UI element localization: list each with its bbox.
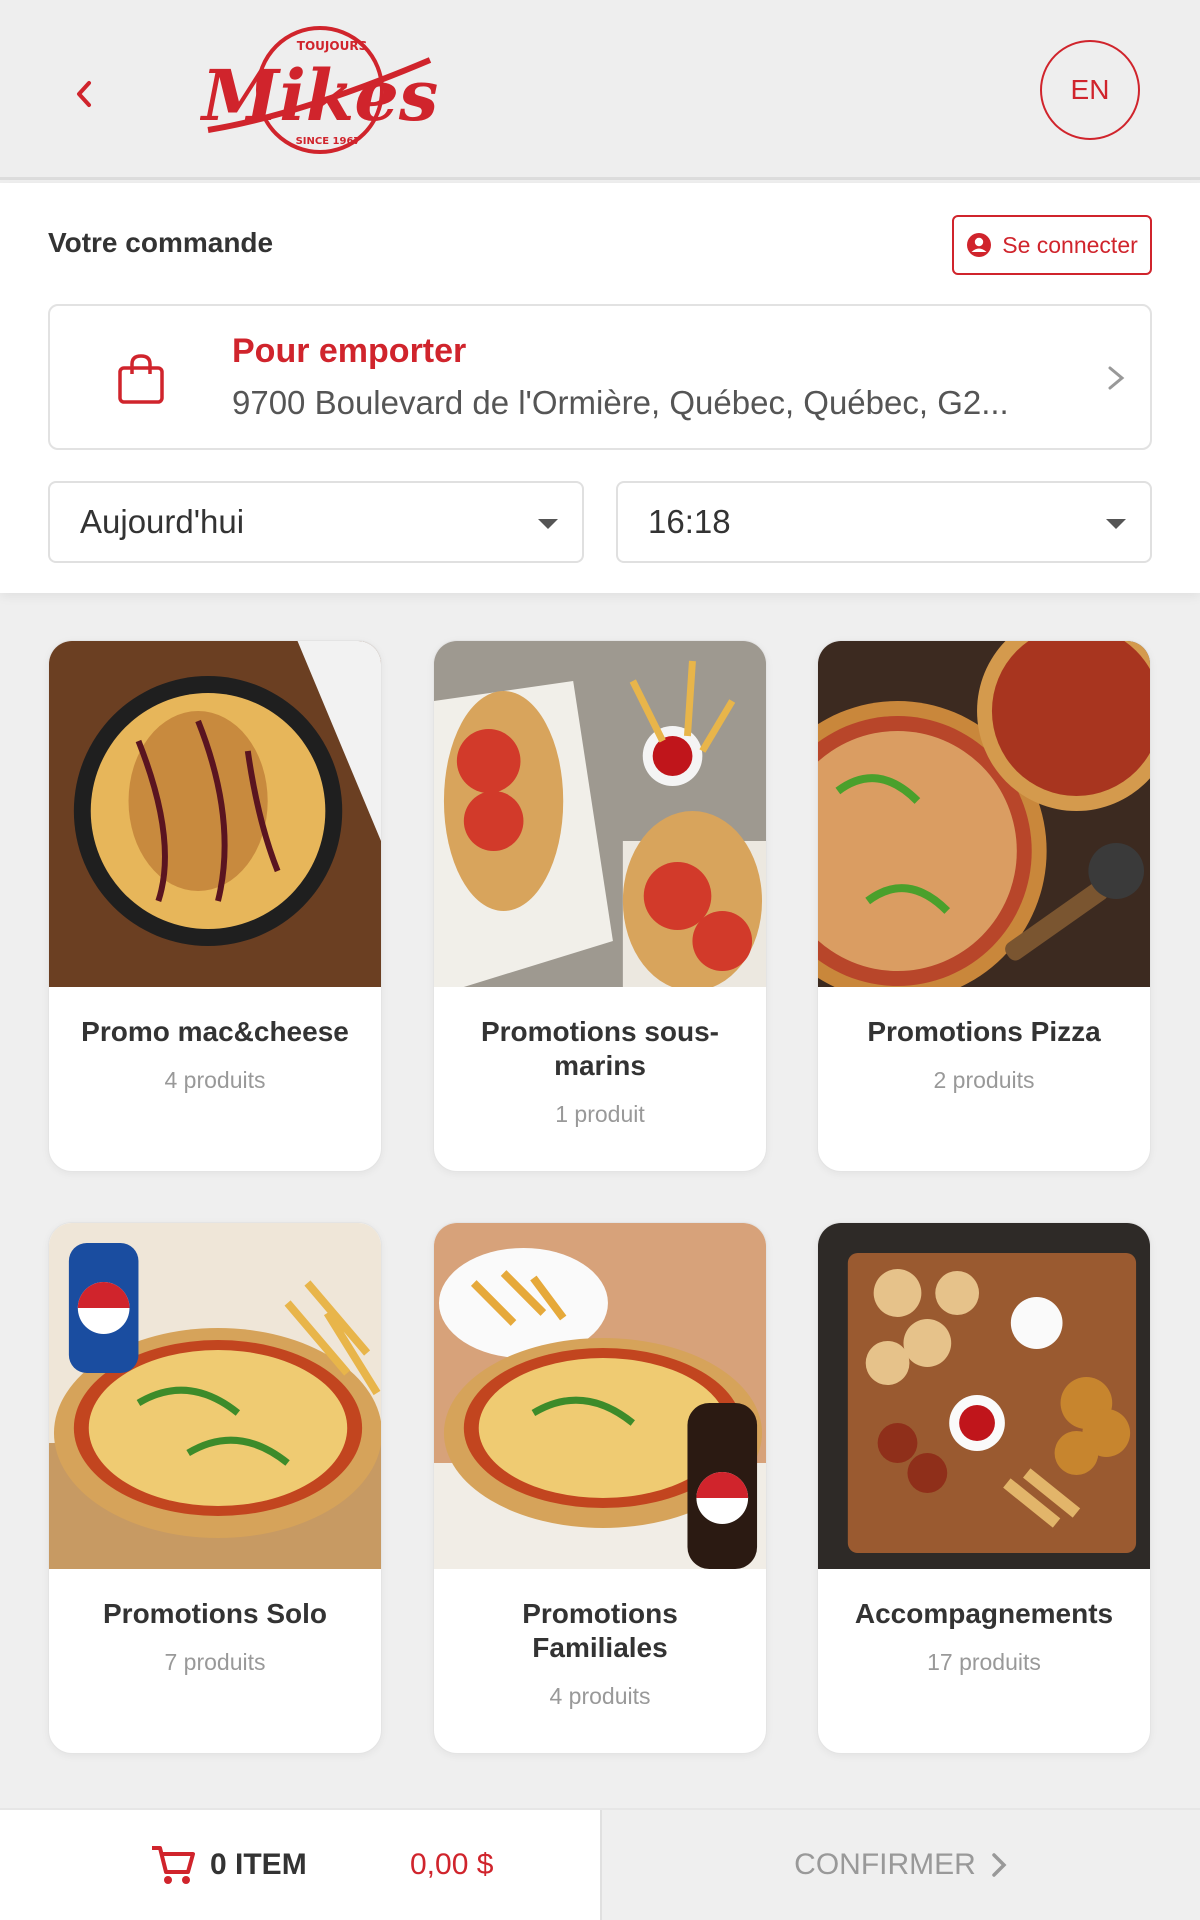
dropdown-caret-icon — [538, 519, 558, 529]
order-panel: Votre commande Se connecter Pour emporte… — [0, 183, 1200, 593]
category-title: Promo mac&cheese — [81, 1016, 349, 1047]
order-title: Votre commande — [48, 227, 274, 258]
mac-cheese-photo — [49, 641, 381, 987]
solo-pizza-photo — [49, 1223, 381, 1569]
language-toggle[interactable]: EN — [1040, 40, 1140, 140]
category-count: 17 produits — [927, 1649, 1041, 1675]
category-card-subs[interactable]: Promotions sous-marins 1 produit — [433, 640, 767, 1172]
svg-text:TOUJOURS: TOUJOURS — [297, 39, 367, 53]
svg-text:SINCE 1967: SINCE 1967 — [296, 136, 361, 147]
category-title: Promotions Familiales — [522, 1598, 678, 1663]
category-count: 4 produits — [164, 1067, 266, 1093]
family-pizza-photo — [434, 1223, 766, 1569]
category-count: 7 produits — [164, 1649, 266, 1675]
language-label: EN — [1070, 74, 1110, 105]
category-card-family[interactable]: Promotions Familiales 4 produits — [433, 1222, 767, 1754]
confirm-label: CONFIRMER — [794, 1848, 976, 1881]
category-title: Promotions Solo — [103, 1598, 327, 1629]
account-icon — [967, 233, 992, 257]
sides-photo — [818, 1223, 1150, 1569]
dropdown-caret-icon — [1106, 519, 1126, 529]
confirm-button[interactable]: CONFIRMER — [600, 1810, 1200, 1920]
time-select[interactable]: 16:18 — [616, 481, 1152, 563]
category-card-pizza[interactable]: Promotions Pizza 2 produits — [817, 640, 1151, 1172]
mikes-logo[interactable]: Mikes TOUJOURS SINCE 1967 — [200, 20, 440, 160]
category-card-sides[interactable]: Accompagnements 17 produits — [817, 1222, 1151, 1754]
category-title: Promotions sous-marins — [480, 1016, 719, 1081]
category-title: Accompagnements — [854, 1598, 1114, 1629]
cart-item-count: 0 ITEM — [210, 1848, 307, 1881]
top-bar: Mikes TOUJOURS SINCE 1967 EN — [0, 0, 1200, 180]
chevron-left-icon — [77, 81, 91, 107]
login-button[interactable]: Se connecter — [952, 215, 1152, 275]
cart-total: 0,00 $ — [410, 1848, 494, 1881]
category-count: 4 produits — [549, 1683, 651, 1709]
chevron-right-icon — [1108, 366, 1125, 390]
delivery-mode: Pour emporter — [232, 332, 467, 370]
cart-summary[interactable]: 0 ITEM 0,00 $ — [0, 1810, 600, 1920]
store-address: 9700 Boulevard de l'Ormière, Québec, Qué… — [232, 384, 1009, 421]
shopping-bag-icon — [118, 354, 164, 404]
delivery-mode-selector[interactable]: Pour emporter 9700 Boulevard de l'Ormièr… — [48, 304, 1152, 450]
day-value: Aujourd'hui — [80, 503, 245, 540]
submarine-photo — [434, 641, 766, 987]
day-select[interactable]: Aujourd'hui — [48, 481, 584, 563]
back-button[interactable] — [60, 70, 108, 118]
category-card-mac-cheese[interactable]: Promo mac&cheese 4 produits — [48, 640, 382, 1172]
pizza-photo — [818, 641, 1150, 987]
svg-text:Mikes: Mikes — [200, 54, 438, 137]
login-label: Se connecter — [1002, 231, 1138, 258]
category-card-solo[interactable]: Promotions Solo 7 produits — [48, 1222, 382, 1754]
category-count: 1 produit — [555, 1101, 645, 1127]
category-title: Promotions Pizza — [867, 1016, 1101, 1047]
chevron-right-icon — [992, 1853, 1007, 1877]
cart-bar: 0 ITEM 0,00 $ CONFIRMER — [0, 1808, 1200, 1920]
category-count: 2 produits — [933, 1067, 1035, 1093]
time-value: 16:18 — [648, 503, 731, 540]
shopping-cart-icon — [152, 1846, 195, 1884]
